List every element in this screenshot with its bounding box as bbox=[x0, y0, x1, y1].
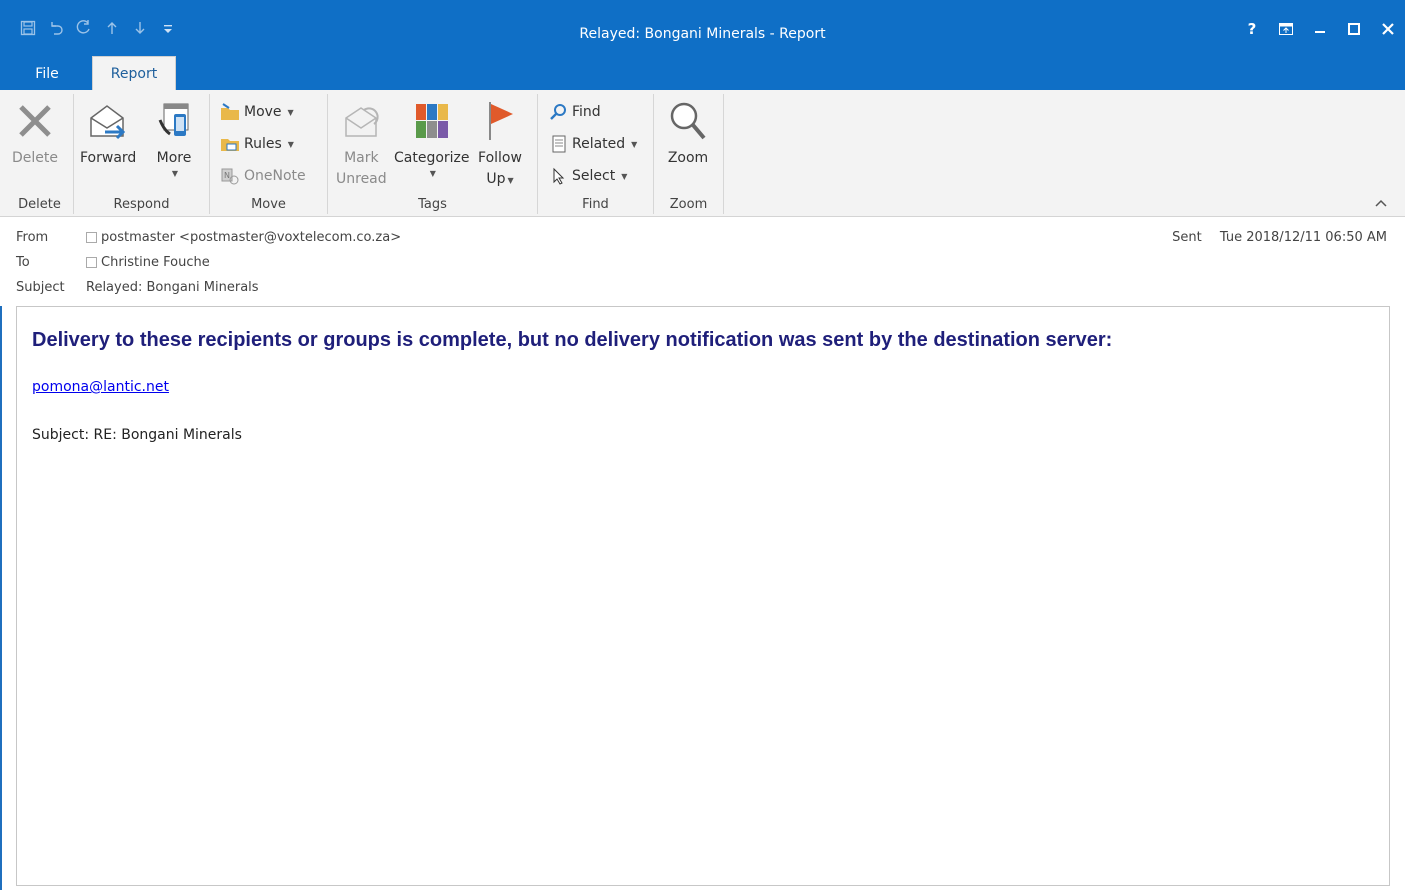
respond-group: Forward More ▼ Respond bbox=[74, 94, 210, 214]
move-button[interactable]: Move ▼ bbox=[220, 100, 294, 124]
group-label-find: Find bbox=[582, 197, 609, 212]
forward-button[interactable]: Forward bbox=[80, 98, 136, 169]
tab-file[interactable]: File bbox=[22, 58, 72, 90]
find-icon bbox=[550, 104, 566, 120]
title-bar: Relayed: Bongani Minerals - Report ? bbox=[0, 0, 1405, 58]
minimize-button[interactable] bbox=[1303, 15, 1337, 43]
window-controls: ? bbox=[1235, 15, 1405, 43]
find-group: Find Related ▼ Select ▼ Find bbox=[538, 94, 654, 214]
to-label: To bbox=[16, 255, 30, 270]
categorize-dropdown-arrow: ▼ bbox=[429, 169, 436, 178]
forward-icon bbox=[86, 98, 130, 144]
collapse-ribbon-icon[interactable] bbox=[1375, 196, 1387, 210]
rules-button[interactable]: Rules ▼ bbox=[220, 132, 294, 156]
subject-label: Subject bbox=[16, 280, 65, 295]
minimize-icon bbox=[1315, 31, 1325, 33]
categorize-icon bbox=[410, 98, 454, 144]
cursor-icon bbox=[553, 167, 565, 185]
more-respond-icon bbox=[152, 98, 196, 144]
move-folder-icon bbox=[221, 103, 239, 120]
svg-text:N: N bbox=[224, 171, 230, 180]
rules-icon bbox=[221, 139, 239, 151]
to-row: To Christine Fouche bbox=[16, 255, 210, 270]
from-contact-checkbox[interactable] bbox=[86, 232, 97, 243]
delete-x-icon bbox=[13, 98, 57, 144]
group-label-zoom: Zoom bbox=[669, 197, 708, 212]
tab-report[interactable]: Report bbox=[92, 56, 176, 90]
close-icon bbox=[1382, 23, 1394, 35]
subject-value: Relayed: Bongani Minerals bbox=[86, 280, 259, 295]
group-label-tags: Tags bbox=[418, 197, 447, 212]
sent-label: Sent bbox=[1172, 230, 1202, 245]
zoom-group: Zoom Zoom bbox=[654, 94, 724, 214]
related-icon bbox=[552, 135, 566, 153]
group-label-respond: Respond bbox=[113, 197, 170, 212]
onenote-icon: N bbox=[221, 168, 239, 185]
zoom-button[interactable]: Zoom bbox=[666, 98, 710, 169]
select-button[interactable]: Select ▼ bbox=[550, 164, 627, 188]
delivery-headline: Delivery to these recipients or groups i… bbox=[32, 329, 1113, 351]
to-contact-checkbox[interactable] bbox=[86, 257, 97, 268]
tags-group: Mark Unread Categorize ▼ Follow Up ▼ Tags bbox=[328, 94, 538, 214]
recipient-link[interactable]: pomona@lantic.net bbox=[32, 379, 169, 395]
original-subject: Subject: RE: Bongani Minerals bbox=[32, 427, 242, 443]
onenote-button[interactable]: N OneNote bbox=[220, 164, 306, 188]
more-button[interactable]: More ▼ bbox=[152, 98, 196, 178]
related-button[interactable]: Related ▼ bbox=[550, 132, 637, 156]
subject-row: Subject Relayed: Bongani Minerals bbox=[16, 280, 259, 295]
group-label-delete: Delete bbox=[18, 197, 61, 212]
close-button[interactable] bbox=[1371, 15, 1405, 43]
delete-group: Delete Delete bbox=[6, 94, 74, 214]
message-body[interactable]: Delivery to these recipients or groups i… bbox=[16, 306, 1390, 886]
window-left-edge bbox=[0, 306, 2, 890]
sent-info: Sent Tue 2018/12/11 06:50 AM bbox=[1172, 230, 1387, 245]
ribbon-display-options-button[interactable] bbox=[1269, 15, 1303, 43]
mark-unread-icon bbox=[339, 98, 383, 144]
move-group: Move ▼ Rules ▼ N OneNote Move bbox=[210, 94, 328, 214]
follow-up-button[interactable]: Follow Up ▼ bbox=[478, 98, 522, 191]
group-label-move: Move bbox=[251, 197, 286, 212]
help-button[interactable]: ? bbox=[1235, 15, 1269, 43]
mark-unread-button[interactable]: Mark Unread bbox=[336, 98, 387, 190]
ribbon: Delete Delete Forward More ▼ Respond Mov… bbox=[0, 90, 1405, 217]
ribbon-display-icon bbox=[1279, 23, 1293, 35]
to-value[interactable]: Christine Fouche bbox=[101, 255, 210, 270]
message-header: From postmaster <postmaster@voxtelecom.c… bbox=[0, 218, 1405, 306]
zoom-magnifier-icon bbox=[666, 98, 710, 144]
sent-value: Tue 2018/12/11 06:50 AM bbox=[1219, 230, 1387, 245]
ribbon-tabs: File Report bbox=[0, 56, 1405, 90]
help-icon: ? bbox=[1247, 20, 1257, 38]
delete-button[interactable]: Delete bbox=[12, 98, 58, 169]
categorize-button[interactable]: Categorize ▼ bbox=[394, 98, 470, 178]
maximize-button[interactable] bbox=[1337, 15, 1371, 43]
from-value[interactable]: postmaster <postmaster@voxtelecom.co.za> bbox=[101, 230, 401, 245]
window-title: Relayed: Bongani Minerals - Report bbox=[579, 26, 826, 42]
flag-icon bbox=[478, 98, 522, 144]
from-label: From bbox=[16, 230, 49, 245]
from-row: From postmaster <postmaster@voxtelecom.c… bbox=[16, 230, 401, 245]
maximize-icon bbox=[1348, 23, 1360, 35]
more-dropdown-arrow: ▼ bbox=[171, 169, 179, 178]
find-button[interactable]: Find bbox=[550, 100, 601, 124]
